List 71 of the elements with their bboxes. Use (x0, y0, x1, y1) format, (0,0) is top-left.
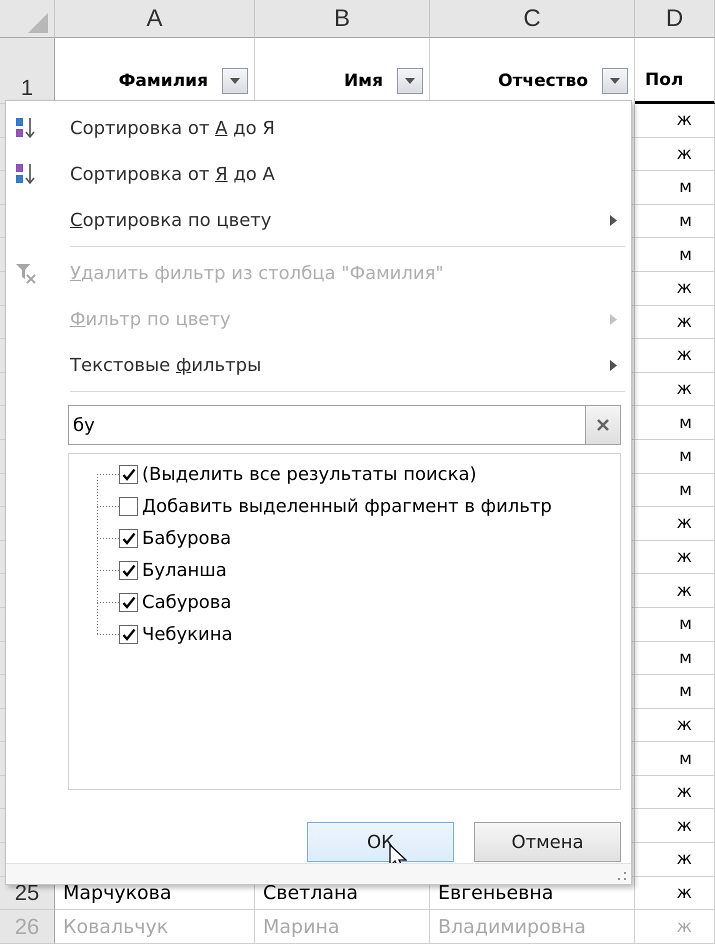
checkbox-label: Бабурова (142, 528, 232, 548)
column-header[interactable]: A (55, 0, 255, 38)
checkbox-label: Буланша (142, 560, 227, 580)
checkmark-icon (122, 468, 136, 480)
checkmark-icon (122, 628, 136, 640)
table-cell: м (635, 204, 715, 238)
table-cell: ж (635, 507, 715, 541)
header-cell-text: Пол (645, 70, 684, 90)
checkbox-label: Сабурова (142, 592, 232, 612)
checkbox[interactable] (119, 560, 138, 580)
checkmark-icon (122, 596, 136, 608)
header-cell-text: Имя (344, 71, 383, 91)
caret-icon (229, 77, 241, 85)
table-cell: м (635, 474, 715, 508)
clear-search-button[interactable] (585, 405, 621, 445)
table-cell: ж (635, 776, 715, 810)
clear-filter-icon (14, 261, 38, 285)
table-cell: м (635, 742, 715, 776)
column-header[interactable]: D (635, 0, 715, 38)
table-cell: ж (635, 138, 715, 172)
resize-grip-icon (617, 871, 627, 881)
table-cell: м (635, 642, 715, 676)
caret-icon (404, 77, 416, 85)
header-cell-text: Отчество (498, 71, 588, 91)
table-cell: м (635, 171, 715, 205)
table-cell: ж (635, 910, 715, 944)
menu-item[interactable]: Сортировка по цвету (6, 197, 631, 243)
table-cell: Владимировна (430, 910, 635, 944)
table-cell: ж (635, 306, 715, 340)
search-field[interactable]: бу (68, 405, 585, 445)
table-cell: Ковальчук (55, 910, 255, 944)
header-cell-text: Фамилия (118, 71, 208, 91)
dialog-button[interactable]: ОК (307, 822, 454, 862)
table-cell: ж (635, 372, 715, 406)
checkbox-label: (Выделить все результаты поиска) (142, 464, 476, 484)
table-cell: ж (635, 809, 715, 844)
table-cell: ж (635, 843, 715, 877)
table-cell: ж (635, 540, 715, 574)
column-header[interactable]: B (255, 0, 430, 38)
table-cell: ж (635, 574, 715, 608)
dialog-button[interactable]: Отмена (474, 822, 621, 862)
filter-dropdown-button[interactable] (397, 68, 423, 94)
caret-icon (609, 77, 621, 85)
table-cell: м (635, 440, 715, 474)
table-cell: ж (635, 104, 715, 138)
table-cell: ж (635, 272, 715, 306)
filter-dropdown-button[interactable] (222, 68, 248, 94)
table-cell: Марина (255, 910, 430, 944)
checkbox[interactable] (119, 592, 138, 612)
menu-item[interactable]: Сортировка от А до Я (6, 105, 631, 151)
checkmark-icon (122, 564, 136, 576)
checkbox[interactable] (119, 496, 138, 516)
close-icon (596, 418, 610, 432)
table-cell: ж (635, 876, 715, 910)
column-header[interactable]: C (430, 0, 635, 38)
menu-item[interactable]: Текстовые фильтры (6, 342, 631, 388)
checkbox-label: Добавить выделенный фрагмент в фильтр (142, 496, 552, 516)
checkbox[interactable] (119, 464, 138, 484)
checkmark-icon (122, 532, 136, 544)
table-cell: ж (635, 339, 715, 373)
table-cell: м (635, 406, 715, 440)
checkbox[interactable] (119, 624, 138, 644)
menu-item[interactable]: Сортировка от Я до А (6, 151, 631, 197)
table-cell: ж (635, 708, 715, 742)
table-cell: м (635, 675, 715, 709)
table-cell: м (635, 608, 715, 642)
checkbox-label: Чебукина (142, 624, 233, 644)
table-cell: м (635, 238, 715, 272)
filter-dropdown-button[interactable] (602, 68, 628, 94)
checkbox[interactable] (119, 528, 138, 548)
row-header[interactable]: 1 (0, 38, 55, 104)
